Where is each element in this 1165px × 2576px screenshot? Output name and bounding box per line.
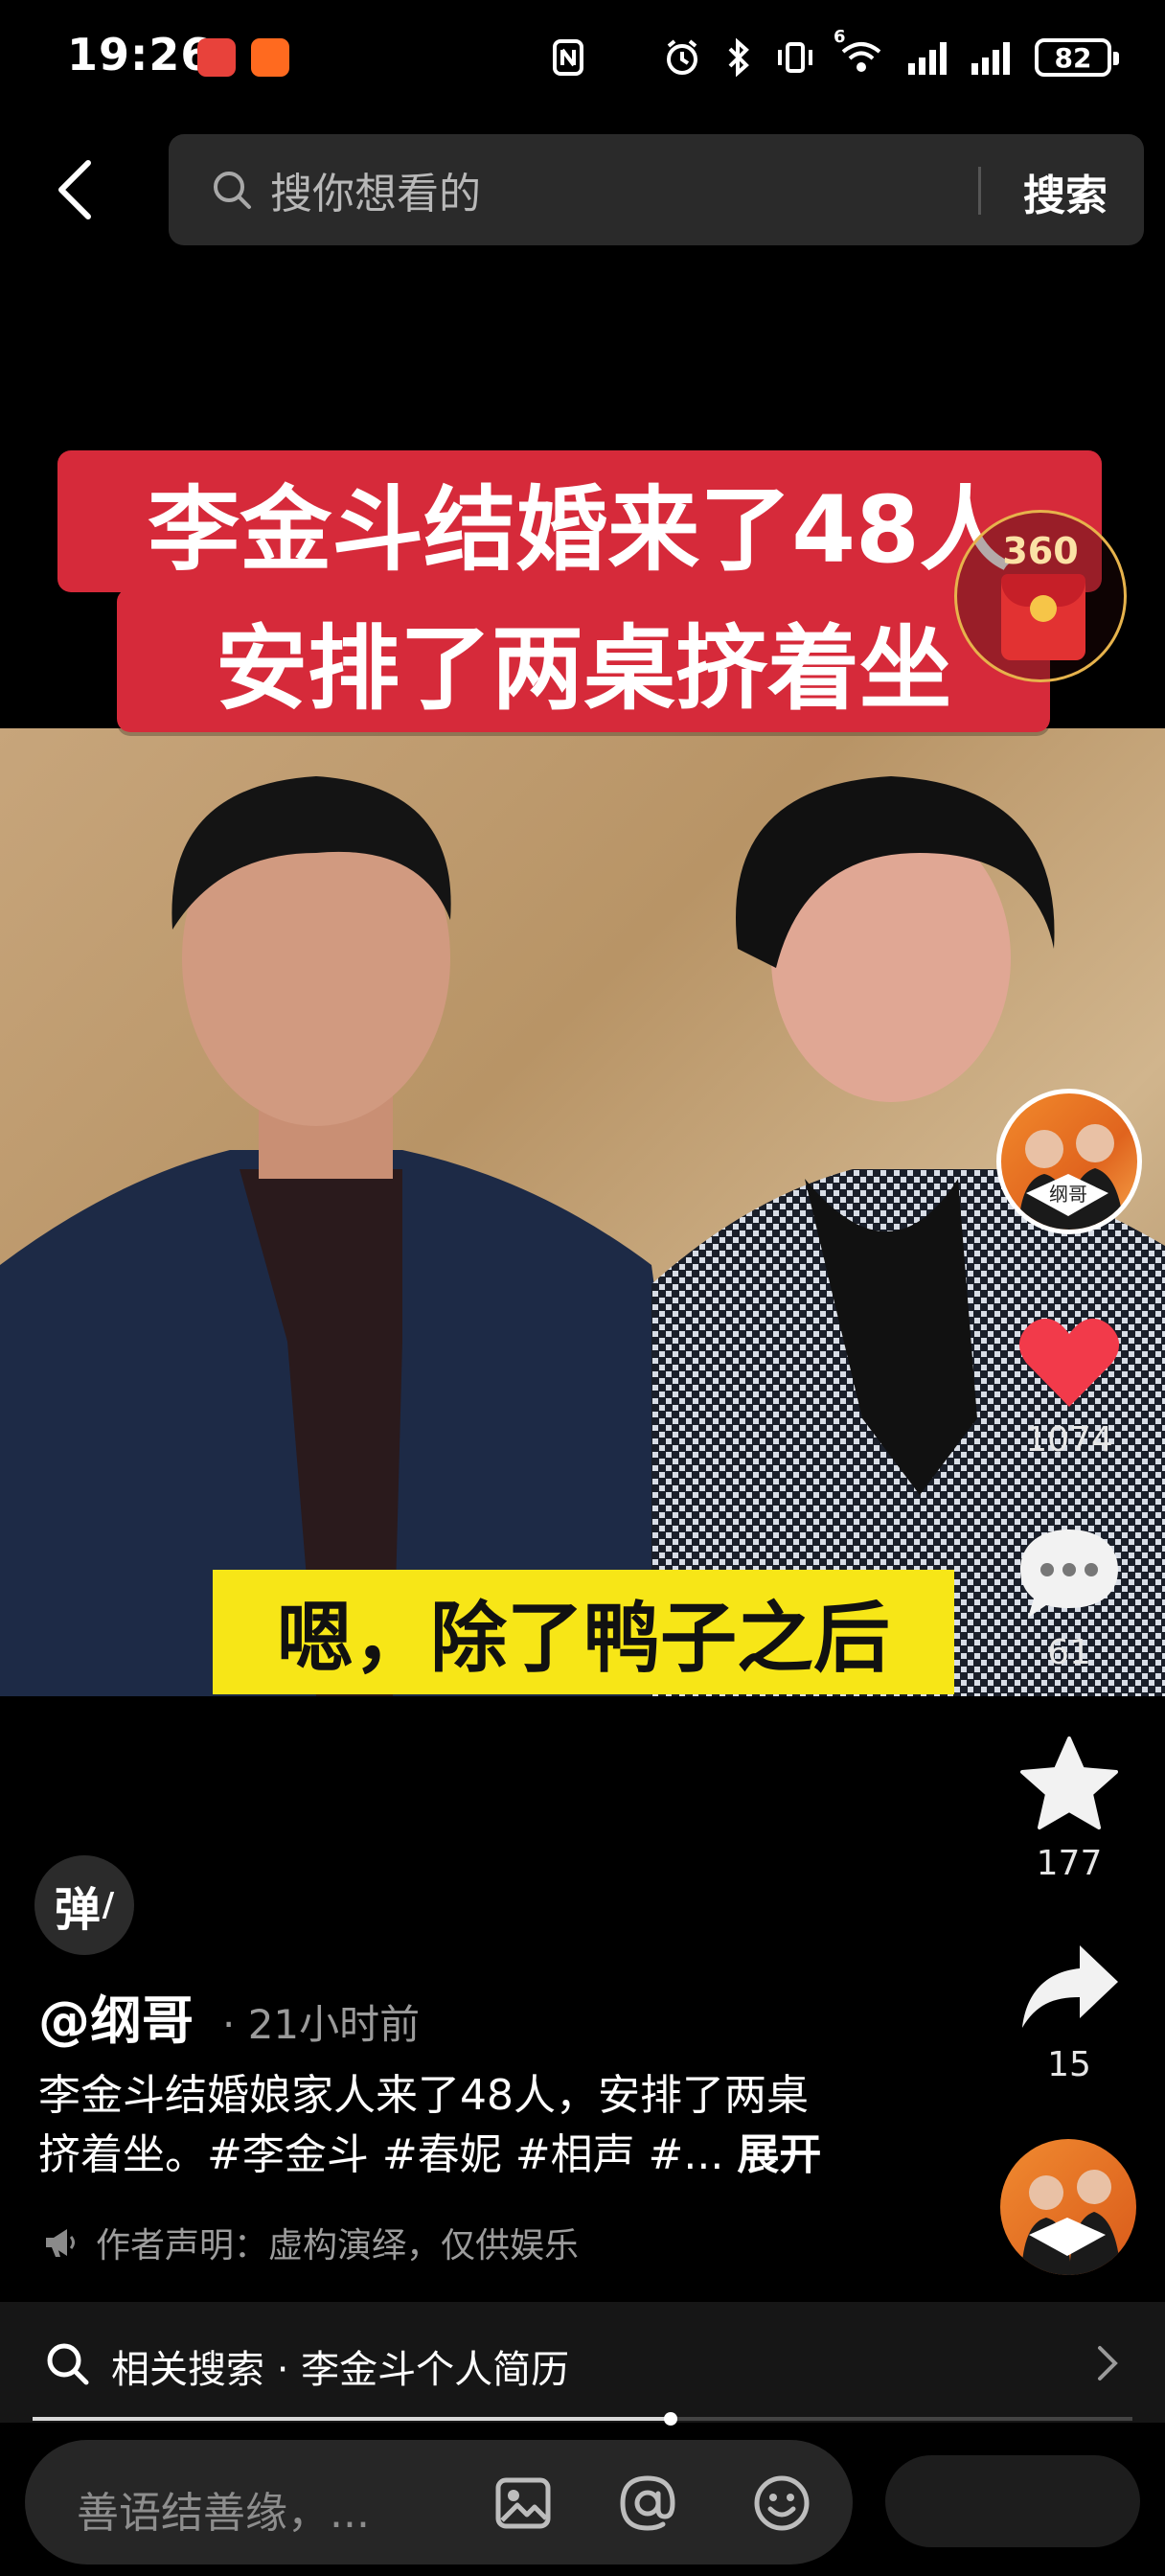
caption-text: 挤着坐。#李金斗 #春妮 #相声 #... [38, 2130, 724, 2179]
video-frame [0, 728, 1165, 1696]
heart-icon [1018, 1318, 1120, 1407]
emoji-icon[interactable] [751, 2472, 812, 2534]
avatar-image: 纲哥 [1018, 1124, 1124, 1230]
man-figure [0, 776, 709, 1696]
nfc-icon [553, 39, 583, 76]
red-packet-label: 360 [1002, 530, 1079, 572]
disclaimer-text: 作者声明：虚构演绎，仅供娱乐 [96, 2226, 580, 2266]
signal-icon [908, 40, 947, 75]
title-banner: 李金斗结婚来了48人 安排了两桌挤着坐 [54, 450, 1108, 738]
status-bar: 19:26 6 82 [0, 0, 1165, 115]
post-time: · 21小时前 [222, 2001, 421, 2048]
search-button[interactable]: 搜索 [1023, 161, 1108, 222]
music-disc-image [1021, 2170, 1121, 2275]
back-button[interactable] [56, 155, 117, 224]
music-disc[interactable] [1000, 2139, 1136, 2275]
chevron-right-icon [1098, 2346, 1118, 2380]
related-search-text: 相关搜索 · 李金斗个人简历 [111, 2348, 570, 2392]
danmaku-label: 弹 [54, 1883, 101, 1937]
share-button[interactable]: 15 [993, 1940, 1146, 2084]
progress-thumb[interactable] [663, 2412, 677, 2426]
video-caption: 李金斗结婚娘家人来了48人，安排了两桌 挤着坐。#李金斗 #春妮 #相声 #..… [38, 2066, 901, 2185]
alarm-icon [667, 39, 697, 75]
orange-app-icon [251, 38, 289, 77]
comment-placeholder: 善语结善缘，... [77, 2489, 370, 2538]
signal-icon [971, 40, 1010, 75]
expand-link[interactable]: 展开 [737, 2130, 821, 2179]
battery-icon: 82 [1035, 38, 1119, 77]
danmaku-toggle[interactable]: 弹 / [34, 1855, 134, 1955]
comment-count: 61 [1047, 1633, 1091, 1672]
author-name[interactable]: @纲哥 [38, 1978, 194, 2054]
progress-fill [33, 2417, 671, 2421]
share-count: 15 [1047, 2045, 1091, 2084]
collect-count: 177 [1036, 1844, 1103, 1883]
mention-icon[interactable] [617, 2472, 678, 2534]
title-line: 安排了两桌挤着坐 [117, 588, 1050, 732]
search-icon [47, 2343, 89, 2385]
search-input[interactable]: 搜你想看的 搜索 [169, 134, 1144, 245]
caption-line: 李金斗结婚娘家人来了48人，安排了两桌 [38, 2071, 809, 2120]
send-button[interactable] [885, 2455, 1140, 2547]
search-icon [214, 172, 251, 209]
related-search-bar[interactable]: 相关搜索 · 李金斗个人简历 [0, 2302, 1165, 2423]
star-icon [1020, 1736, 1118, 1829]
back-arrow-icon [58, 160, 91, 219]
author-disclaimer: 作者声明：虚构演绎，仅供娱乐 [42, 2218, 579, 2267]
title-line: 李金斗结婚来了48人 [57, 450, 1102, 592]
video-subtitle: 嗯，除了鸭子之后 [213, 1570, 954, 1694]
caption-line-2: 挤着坐。#李金斗 #春妮 #相声 #... 展开 [38, 2126, 901, 2185]
like-count: 1074 [1025, 1420, 1113, 1460]
status-icons: 6 82 [552, 27, 1119, 82]
search-placeholder: 搜你想看的 [270, 170, 481, 218]
comment-icon [1020, 1530, 1118, 1618]
huawei-app-icon [197, 38, 236, 77]
avatar-caption: 纲哥 [1049, 1183, 1087, 1206]
search-divider [978, 167, 981, 215]
share-icon [1022, 1945, 1118, 2028]
megaphone-icon [46, 2229, 75, 2257]
network-badge: 6 [834, 27, 846, 47]
red-envelope-icon [1001, 574, 1085, 660]
like-button[interactable]: 1074 [993, 1315, 1146, 1460]
comment-input[interactable]: 善语结善缘，... [25, 2440, 853, 2564]
author-row: @纲哥 · 21小时前 [38, 1978, 420, 2054]
bluetooth-icon [728, 38, 749, 77]
battery-level: 82 [1054, 41, 1092, 74]
image-icon[interactable] [492, 2472, 554, 2534]
wifi-icon: 6 [834, 27, 883, 79]
comment-button[interactable]: 61 [993, 1524, 1146, 1672]
vibrate-icon [778, 42, 812, 73]
status-time: 19:26 [67, 29, 213, 80]
creator-avatar[interactable]: 纲哥 [996, 1089, 1142, 1234]
red-packet-badge[interactable]: 360 [954, 510, 1127, 682]
collect-button[interactable]: 177 [993, 1735, 1146, 1883]
